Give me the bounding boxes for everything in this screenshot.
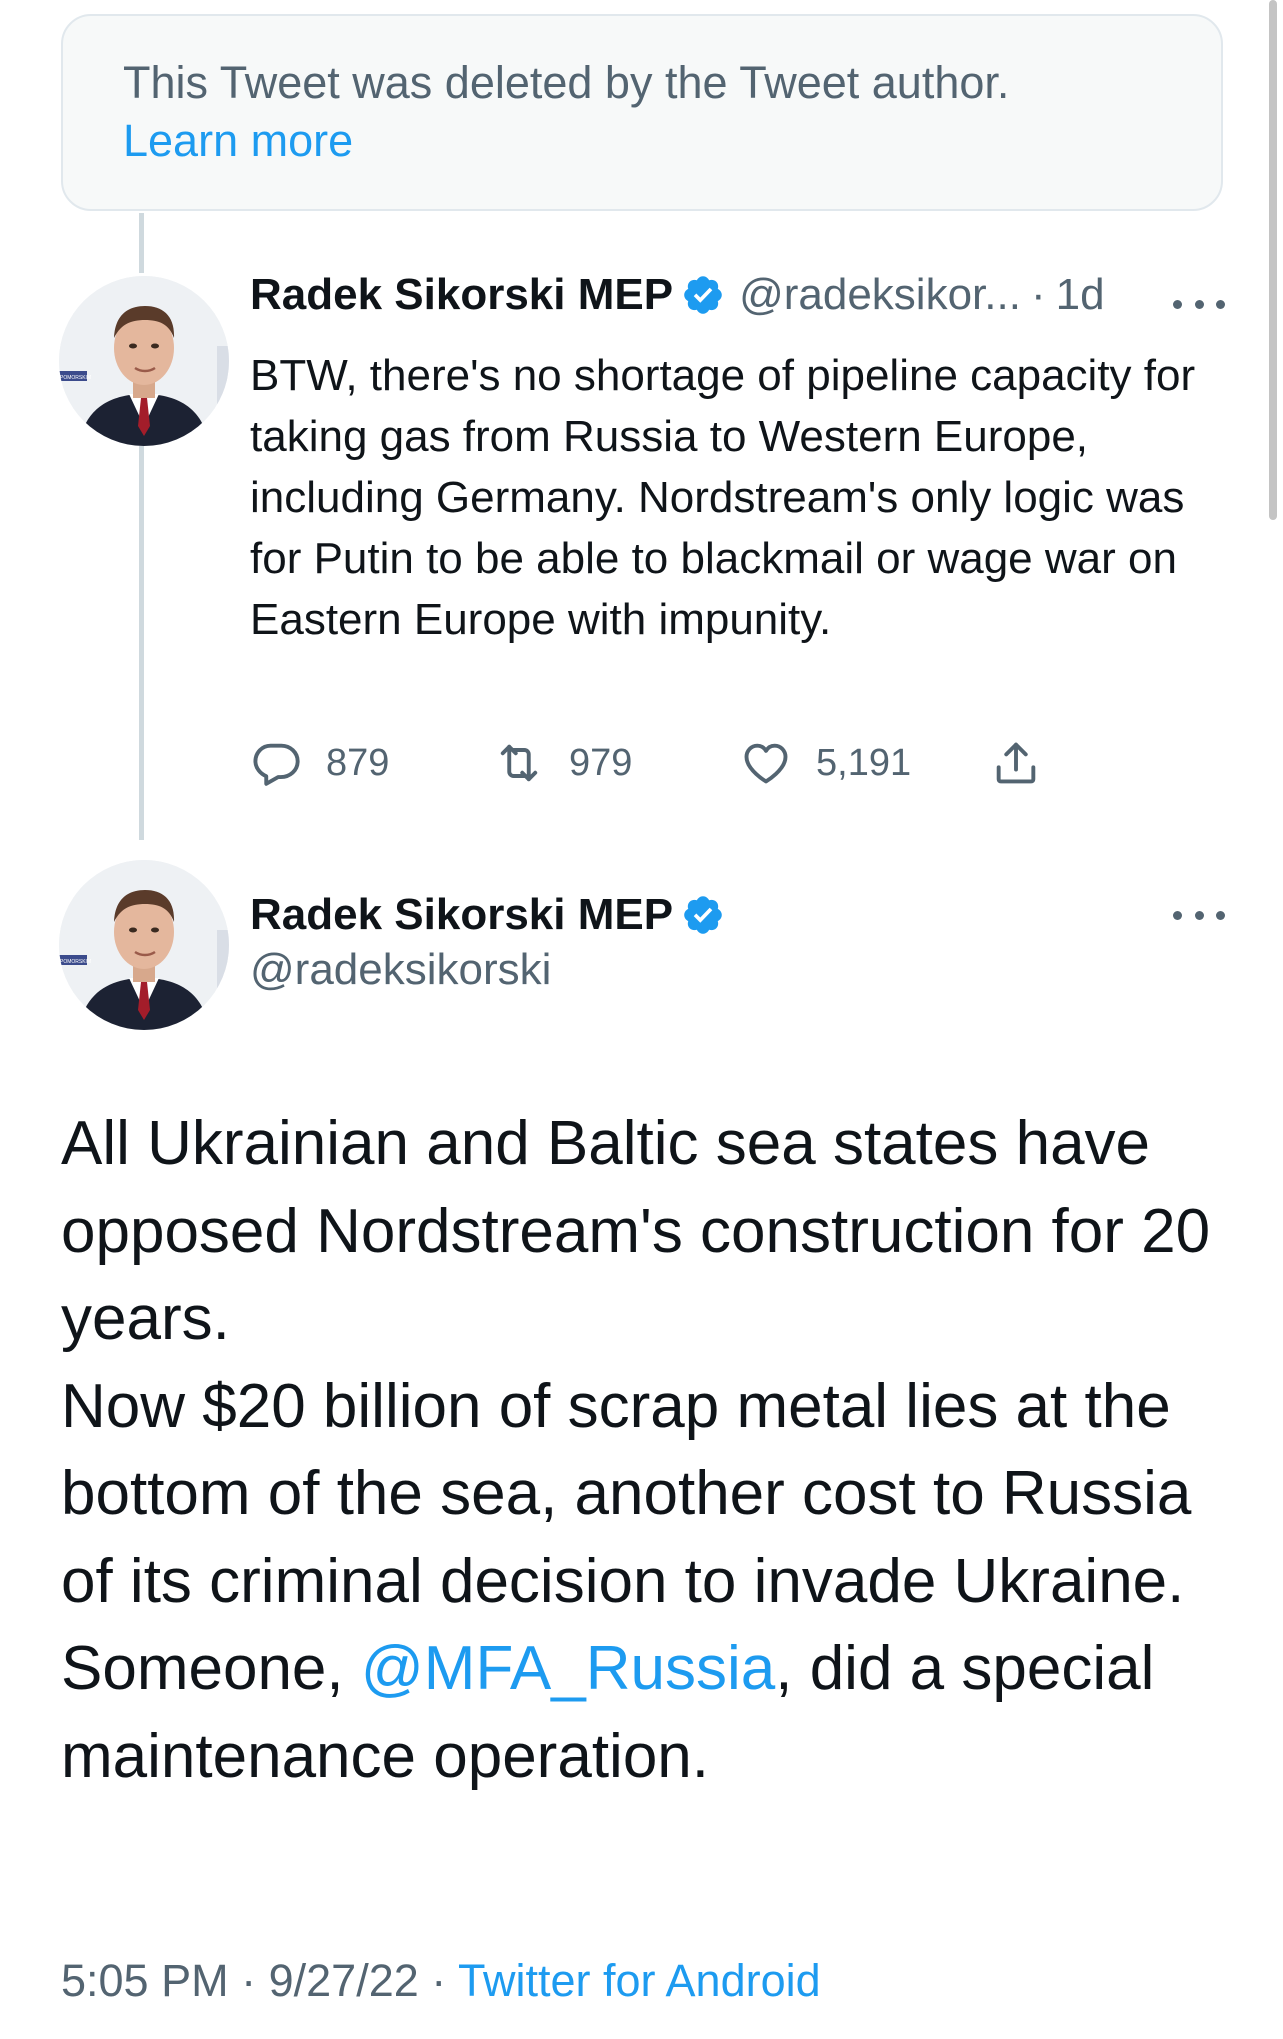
thread-line-top <box>139 213 144 273</box>
like-button[interactable]: 5,191 <box>740 733 911 793</box>
like-icon <box>744 743 788 784</box>
avatar-main[interactable]: POMORSKIM <box>59 860 229 1030</box>
verified-badge-icon <box>681 273 725 317</box>
main-tweet-text: All Ukrainian and Baltic sea states have… <box>61 1100 1241 1800</box>
tweet-time: 5:05 PM <box>61 1955 229 2006</box>
avatar-portrait: POMORSKIM <box>59 860 229 1030</box>
mention-link[interactable]: @MFA_Russia <box>361 1634 775 1703</box>
reply-button[interactable]: 879 <box>250 733 389 793</box>
scrollbar[interactable] <box>1269 0 1277 520</box>
reply-age[interactable]: 1d <box>1056 270 1105 320</box>
share-icon <box>996 742 1036 784</box>
retweet-icon <box>500 744 538 782</box>
like-count: 5,191 <box>816 741 912 784</box>
tweet-page: This Tweet was deleted by the Tweet auth… <box>0 0 1283 2039</box>
reply-count: 879 <box>326 741 390 784</box>
meta-separator: · <box>241 1955 257 2006</box>
verified-badge-icon <box>681 893 725 937</box>
deleted-tweet-notice: This Tweet was deleted by the Tweet auth… <box>61 14 1223 211</box>
main-text-paragraph-1: All Ukrainian and Baltic sea states have… <box>61 1109 1211 1353</box>
avatar-portrait: POMORSKIM <box>59 276 229 446</box>
learn-more-link[interactable]: Learn more <box>123 112 353 170</box>
main-header: Radek Sikorski MEP <box>250 885 725 945</box>
retweet-button[interactable]: 979 <box>493 733 632 793</box>
tweet-source-link[interactable]: Twitter for Android <box>458 1955 821 2006</box>
reply-header: Radek Sikorski MEP @radeksikor... · 1d <box>250 265 1230 325</box>
share-button[interactable] <box>990 733 1042 793</box>
retweet-count: 979 <box>569 741 633 784</box>
tweet-metadata: 5:05 PM · 9/27/22 · Twitter for Android <box>61 1955 821 2007</box>
reply-display-name[interactable]: Radek Sikorski MEP <box>250 270 673 320</box>
main-text-before-mention: Someone, <box>61 1634 361 1703</box>
meta-separator: · <box>431 1955 447 2006</box>
main-display-name[interactable]: Radek Sikorski MEP <box>250 890 673 940</box>
more-icon[interactable] <box>1173 289 1225 319</box>
main-handle[interactable]: @radeksikorski <box>250 945 551 995</box>
deleted-notice-text: This Tweet was deleted by the Tweet auth… <box>123 57 1010 108</box>
tweet-date: 9/27/22 <box>268 1955 419 2006</box>
reply-tweet-text: BTW, there's no shortage of pipeline cap… <box>250 351 1196 644</box>
avatar-badge-text: POMORSKIM <box>60 959 91 965</box>
avatar-badge-text: POMORSKIM <box>60 375 91 381</box>
reply-icon <box>253 743 300 786</box>
reply-handle[interactable]: @radeksikor... <box>739 270 1021 320</box>
main-text-paragraph-2: Now $20 billion of scrap metal lies at t… <box>61 1371 1192 1616</box>
reply-separator: · <box>1030 270 1046 319</box>
more-icon[interactable] <box>1173 900 1225 930</box>
thread-line-middle <box>139 445 144 840</box>
avatar-reply[interactable]: POMORSKIM <box>59 276 229 446</box>
main-text-paragraph-3: Someone, @MFA_Russia, did a special main… <box>61 1625 1241 1800</box>
